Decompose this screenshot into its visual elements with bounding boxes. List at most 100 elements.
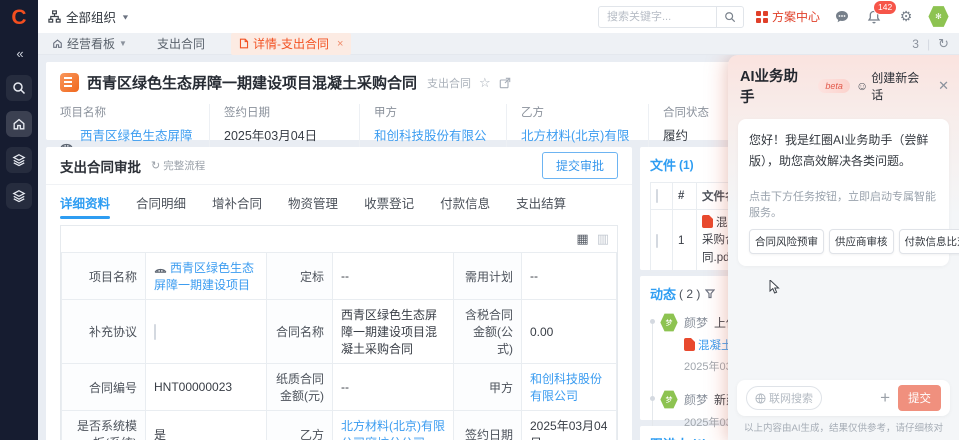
tab-detail-info[interactable]: 详细资料 — [60, 185, 110, 219]
tab-expense-contracts[interactable]: 支出合同 — [153, 33, 209, 55]
top-header: 全部组织 ▼ 方案中心 142 ⚙ ✻ — [38, 0, 959, 33]
tab-payment-info[interactable]: 付款信息 — [440, 185, 490, 219]
external-link-icon[interactable] — [499, 77, 511, 89]
new-session-button[interactable]: ☺ 创建新会话 — [856, 69, 931, 103]
close-icon[interactable]: ✕ — [938, 78, 949, 94]
party-a-link[interactable]: 和创科技股份有限公司 — [530, 372, 602, 403]
task-supplier-review-button[interactable]: 供应商审核 — [829, 229, 894, 254]
sidebar-apps-button[interactable] — [6, 147, 32, 173]
app-logo: C — [7, 6, 31, 30]
open-tab-count: 3 — [912, 37, 919, 51]
layers-icon — [12, 153, 26, 167]
smiley-icon: ☺ — [856, 79, 868, 93]
home-icon — [12, 117, 26, 131]
project-link[interactable]: 西青区绿色生态屏障一期建设项目 — [154, 261, 254, 292]
tab-expense-settlement[interactable]: 支出结算 — [516, 185, 566, 219]
table-row: 项目名称 西青区绿色生态屏障一期建设项目 定标 -- 需用计划 -- — [62, 253, 617, 300]
gear-icon: ⚙ — [900, 8, 913, 25]
party-b-link[interactable]: 北方材料(北京)有限公司廊坊分公司 — [341, 419, 445, 440]
chevron-down-icon: ▼ — [121, 13, 130, 21]
cursor-pointer-icon — [768, 280, 780, 294]
tab-contract-items[interactable]: 合同明细 — [136, 185, 186, 219]
sidebar-search-button[interactable] — [6, 75, 32, 101]
tab-dashboard[interactable]: 经营看板 ▼ — [48, 33, 131, 55]
page-tab-bar: 经营看板 ▼ 支出合同 详情-支出合同 × 3 | ↻ — [38, 33, 959, 55]
tab-materials[interactable]: 物资管理 — [288, 185, 338, 219]
sidebar-modules-button[interactable] — [6, 183, 32, 209]
files-count: (1) — [679, 158, 694, 172]
file-checkbox[interactable] — [656, 234, 658, 248]
chat-bubble-icon — [834, 9, 850, 25]
ai-input-bar: 联网搜索 + 提交 — [737, 380, 950, 416]
detail-tabs: 详细资料 合同明细 增补合同 物资管理 收票登记 付款信息 支出结算 — [46, 185, 632, 219]
grid-icon — [756, 11, 768, 23]
search-icon — [724, 11, 736, 23]
ai-assistant-panel: AI业务助手 beta ☺ 创建新会话 ✕ 您好！我是红圈AI业务助手（尝鲜版）… — [728, 55, 959, 440]
notifications-button[interactable]: 142 — [864, 7, 884, 27]
approval-title: 支出合同审批 — [60, 156, 141, 176]
file-index-header: # — [673, 183, 697, 210]
select-all-checkbox[interactable] — [656, 189, 658, 203]
project-icon — [154, 265, 167, 274]
followers-count: (1) — [692, 437, 707, 440]
activity-count: ( 2 ) — [679, 287, 700, 301]
user-avatar[interactable]: ✻ — [928, 6, 949, 28]
full-flow-link[interactable]: ↻ 完整流程 — [151, 158, 205, 173]
activity-title: 动态 — [650, 284, 676, 303]
filter-icon[interactable] — [705, 289, 715, 299]
ai-welcome-card: 您好！我是红圈AI业务助手（尝鲜版），助您高效解决各类问题。 点击下方任务按钮，… — [738, 119, 949, 266]
avatar: 梦 — [660, 313, 678, 332]
tab-contract-detail[interactable]: 详情-支出合同 × — [231, 33, 351, 55]
messages-button[interactable] — [832, 7, 852, 27]
flow-icon: ↻ — [151, 159, 160, 172]
refresh-icon[interactable]: ↻ — [938, 36, 949, 52]
web-search-toggle[interactable]: 联网搜索 — [746, 386, 822, 410]
org-tree-icon — [48, 10, 61, 23]
org-selector[interactable]: 全部组织 ▼ — [48, 7, 130, 26]
supplement-checkbox[interactable] — [154, 324, 156, 340]
app-sidebar: C « — [0, 0, 38, 440]
table-row: 补充协议 合同名称 西青区绿色生态屏障一期建设项目混凝土采购合同 含税合同金额(… — [62, 300, 617, 364]
global-search — [598, 6, 744, 28]
star-icon[interactable]: ☆ — [479, 75, 491, 91]
document-icon — [239, 38, 249, 49]
approval-card: 支出合同审批 ↻ 完整流程 提交审批 详细资料 合同明细 增补合同 物资管理 收… — [46, 147, 632, 440]
beta-badge: beta — [818, 79, 850, 93]
task-contract-risk-button[interactable]: 合同风险预审 — [749, 229, 824, 254]
global-search-button[interactable] — [716, 6, 744, 28]
tab-invoice-register[interactable]: 收票登记 — [364, 185, 414, 219]
settings-button[interactable]: ⚙ — [896, 7, 916, 27]
pdf-icon — [684, 338, 695, 351]
main-content: 西青区绿色生态屏障一期建设项目混凝土采购合同 支出合同 ☆ 项目名称 西青区绿色… — [38, 55, 959, 440]
ai-greeting: 您好！我是红圈AI业务助手（尝鲜版），助您高效解决各类问题。 — [749, 130, 938, 172]
global-search-input[interactable] — [598, 6, 716, 28]
tab-supplementary[interactable]: 增补合同 — [212, 185, 262, 219]
layers-icon — [12, 189, 26, 203]
column-view-icon[interactable]: ▥ — [597, 231, 609, 247]
contract-type-tag: 支出合同 — [427, 75, 471, 91]
collapse-sidebar-icon[interactable]: « — [16, 46, 21, 61]
table-row: 合同编号 HNT00000023 纸质合同金额(元) -- 甲方 和创科技股份有… — [62, 364, 617, 411]
avatar: 梦 — [660, 390, 678, 409]
detail-table: ▦ ▥ 项目名称 西青区绿色生态屏障一期建设项目 定标 -- 需用计划 -- 补… — [60, 225, 618, 440]
task-payment-compare-button[interactable]: 付款信息比对 — [899, 229, 959, 254]
ai-disclaimer: 以上内容由AI生成，结果仅供参考，请仔细核对 — [728, 420, 959, 434]
followers-title: 跟进人 — [650, 434, 689, 440]
home-icon — [52, 38, 63, 49]
submit-approval-button[interactable]: 提交审批 — [542, 152, 618, 179]
globe-icon — [755, 393, 766, 404]
table-row: 是否系统模板(系统) 是 乙方 北方材料(北京)有限公司廊坊分公司 签约日期 2… — [62, 411, 617, 440]
solution-center-link[interactable]: 方案中心 — [756, 8, 820, 25]
files-title: 文件 — [650, 155, 676, 174]
add-attachment-button[interactable]: + — [880, 388, 890, 408]
ai-submit-button[interactable]: 提交 — [898, 385, 941, 411]
search-icon — [12, 81, 26, 95]
close-icon[interactable]: × — [337, 38, 343, 50]
contract-doc-icon — [60, 73, 79, 92]
contract-title: 西青区绿色生态屏障一期建设项目混凝土采购合同 — [87, 72, 417, 93]
pdf-icon — [702, 215, 713, 228]
sidebar-home-button[interactable] — [6, 111, 32, 137]
table-view-icon[interactable]: ▦ — [576, 231, 588, 247]
chevron-down-icon: ▼ — [119, 39, 127, 48]
ai-panel-title: AI业务助手 — [740, 65, 812, 107]
